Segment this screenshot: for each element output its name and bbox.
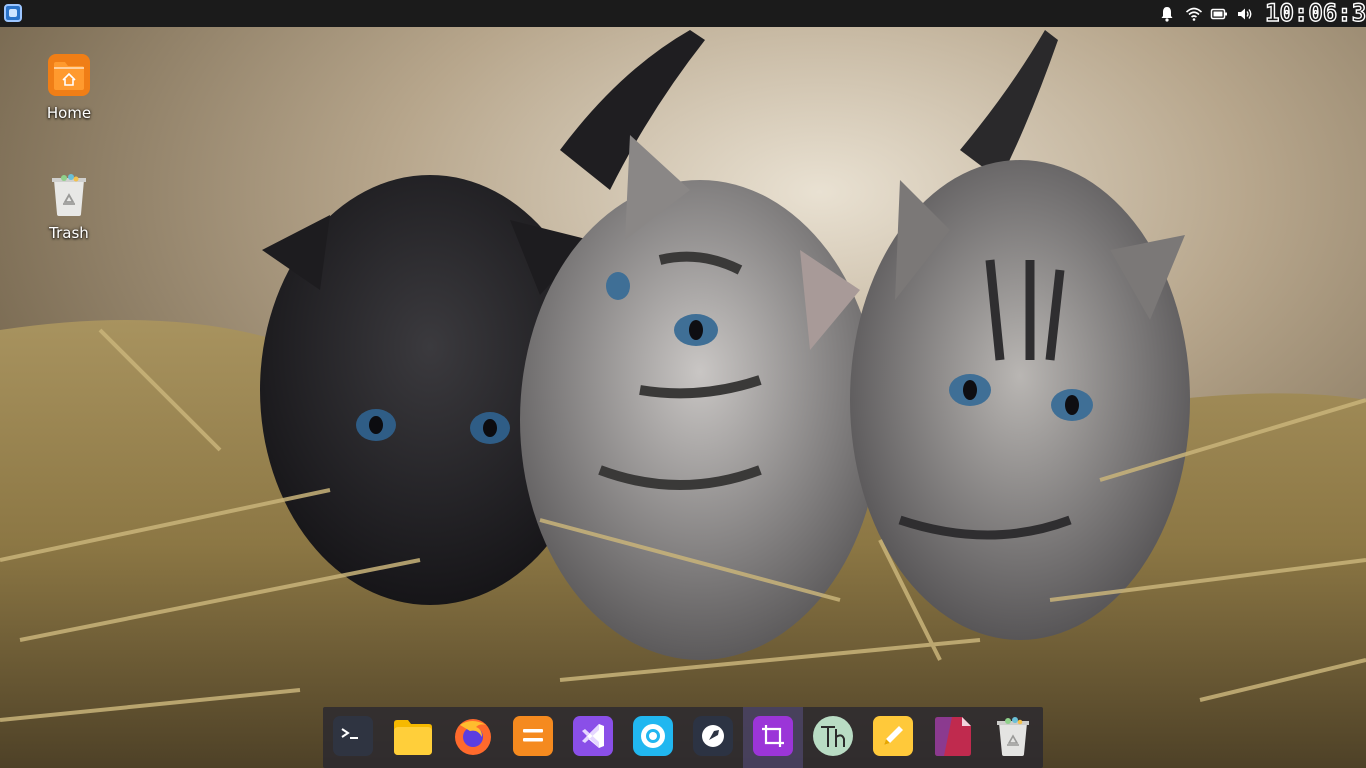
dock-item-font-viewer[interactable] [803, 707, 863, 768]
dock-item-screenshot[interactable] [743, 707, 803, 768]
desktop-icon-label: Trash [49, 224, 89, 242]
dock-item-launcher[interactable] [683, 707, 743, 768]
home-folder-icon [48, 54, 90, 96]
trash-icon [52, 174, 86, 216]
desktop-icon-home[interactable]: Home [24, 52, 114, 122]
calculator-icon [513, 716, 553, 756]
launcher-icon [693, 716, 733, 756]
screenshot-crop-icon [753, 716, 793, 756]
firefox-icon [455, 719, 491, 755]
desktop-icon-label: Home [46, 104, 92, 122]
battery-icon[interactable] [1210, 5, 1228, 23]
clock[interactable]: 10:06:37P [1264, 0, 1366, 27]
dock-item-calculator[interactable] [503, 707, 563, 768]
dock-item-vscode[interactable] [563, 707, 623, 768]
browser-icon [633, 716, 673, 756]
top-panel: 10:06:37P [0, 0, 1366, 27]
terminal-icon [333, 716, 373, 756]
files-icon [394, 720, 432, 755]
dock-item-files[interactable] [383, 707, 443, 768]
wallpaper-kittens-image [0, 0, 1366, 768]
text-editor-icon [873, 716, 913, 756]
notifications-icon[interactable] [1158, 5, 1176, 23]
dock [323, 707, 1043, 768]
desktop-icon-trash[interactable]: Trash [24, 172, 114, 242]
dock-item-terminal[interactable] [323, 707, 383, 768]
document-viewer-icon [935, 717, 971, 756]
trash-icon [997, 717, 1029, 756]
wifi-icon[interactable] [1185, 5, 1203, 23]
dock-item-firefox[interactable] [443, 707, 503, 768]
dock-item-document-viewer[interactable] [923, 707, 983, 768]
volume-icon[interactable] [1236, 5, 1254, 23]
dock-item-text-editor[interactable] [863, 707, 923, 768]
dock-item-browser[interactable] [623, 707, 683, 768]
app-menu-icon[interactable] [4, 4, 22, 22]
dock-item-trash[interactable] [983, 707, 1043, 768]
vscode-icon [573, 716, 613, 756]
font-viewer-icon [813, 716, 853, 756]
